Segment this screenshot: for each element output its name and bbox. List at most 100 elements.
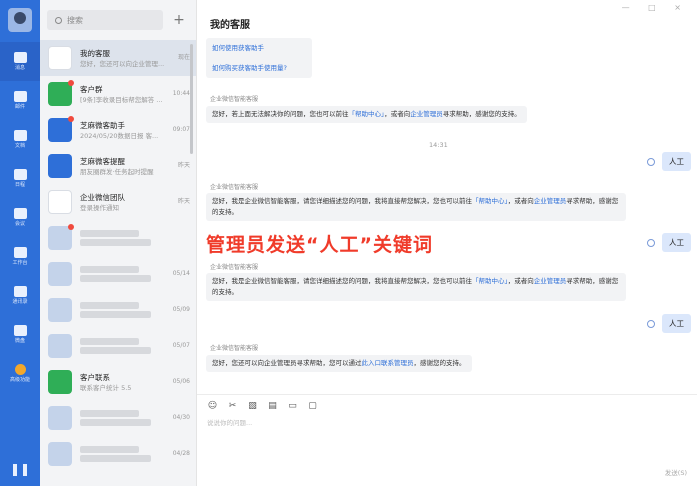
conversation-item[interactable]: 04/28 [40,436,196,472]
meeting-icon [13,208,27,219]
rail-label: 高级功能 [9,377,30,383]
add-button[interactable]: + [169,10,189,30]
conversation-text [80,444,164,464]
blurred-name [80,338,139,345]
admin-link[interactable]: 企业管理员 [534,197,567,205]
conversation-text: 客户联系 联系客户统计 5.5 [80,372,164,393]
rail-calendar[interactable]: 日程 [0,159,40,198]
user-bubble: 人工 [662,314,691,333]
conversation-preview: 联系客户统计 5.5 [80,383,132,392]
file-icon[interactable]: ▤ [267,401,278,411]
nav-rail: 消息 邮件 文档 日程 会议 工作台 通讯录 微盘 高级功能 [0,0,40,486]
emoji-icon[interactable]: ☺ [207,401,218,411]
rail-label: 通讯录 [12,299,28,305]
user-message: 人工 [647,233,691,252]
help-center-link[interactable]: 「帮助中心」 [472,197,508,205]
search-input[interactable]: 搜索 [47,10,163,30]
chat-record-icon[interactable]: ▢ [307,401,318,411]
message-text: ，或者向 [384,110,411,118]
blurred-preview [80,455,152,462]
conversation-item[interactable]: 04/30 [40,400,196,436]
conversation-item[interactable]: 05/07 [40,328,196,364]
help-center-link[interactable]: 「帮助中心」 [349,110,385,118]
rail-workbench[interactable]: 工作台 [0,237,40,276]
unread-dot [68,80,74,86]
message-text: ，或者向 [507,197,534,205]
conversation-item[interactable]: 我的客服 您好，您还可以向企业管理... 现在 [40,40,196,76]
conversation-item[interactable]: 05/09 [40,292,196,328]
chat-icon [13,52,27,63]
conversation-time: 现在 [177,54,190,61]
conversation-avatar [48,80,74,106]
conversation-text: 客户群 [9条]李收录目标帮您解答 ... [80,84,164,105]
conversation-item[interactable]: 芝麻微客提醒 朋友圈群发·任务起时提醒 昨天 [40,148,196,184]
user-message: 人工 [647,314,691,333]
image-icon[interactable]: ▧ [247,401,258,411]
rail-messages[interactable]: 消息 [0,42,40,81]
conversation-item[interactable]: 芝麻微客助手 2024/05/20数据日报 客... 09:07 [40,112,196,148]
message-input[interactable]: 说说你的问题... [207,417,252,427]
more-icon[interactable] [13,464,27,476]
faq-link-2[interactable]: 如何购买获客助手使用量? [212,61,306,75]
conversation-name: 客户联系 [80,372,110,382]
rail-drive[interactable]: 微盘 [0,315,40,354]
faq-link-1[interactable]: 如何使用获客助手 [212,41,306,55]
contacts-icon [13,286,27,297]
message-text: 您好，您还可以向企业管理员寻求帮助，您可以通过 [212,359,362,367]
conversation-item[interactable]: 客户群 [9条]李收录目标帮您解答 ... 10:44 [40,76,196,112]
conversation-time: 05/07 [172,342,190,349]
conversation-item[interactable] [40,220,196,256]
message-text: 您好，若上面无法解决你的问题，您也可以前往 [212,110,349,118]
search-placeholder: 搜索 [67,15,83,25]
blurred-name [80,230,139,237]
conversation-avatar [48,442,72,466]
conversation-text: 企业微信团队 登录操作通知 [80,192,164,213]
conversation-time: 昨天 [177,162,190,169]
conversation-time: 昨天 [177,198,190,205]
conversation-item[interactable]: 客户联系 联系客户统计 5.5 05/06 [40,364,196,400]
conversation-preview: 登录操作通知 [80,203,119,212]
conversation-time: 09:07 [172,126,190,133]
blurred-preview [80,347,152,354]
conversation-time: 04/30 [172,414,190,421]
rail-meeting[interactable]: 会议 [0,198,40,237]
rail-advanced[interactable]: 高级功能 [0,354,40,393]
folder-icon[interactable]: ▭ [287,401,298,411]
message-text: 您好，我是企业微信智能客服，请您详细描述您的问题，我将直接帮您解决，您也可以前往 [212,197,472,205]
conversation-avatar [48,262,72,286]
conversation-preview: [9条]李收录目标帮您解答 ... [80,95,163,104]
conversation-avatar [48,154,72,178]
star-icon [14,364,26,375]
rail-mail[interactable]: 邮件 [0,81,40,120]
message-composer: ☺ ✂ ▧ ▤ ▭ ▢ 说说你的问题... 发送(S) [197,394,697,486]
blurred-name [80,266,139,273]
scissors-icon[interactable]: ✂ [227,401,238,411]
admin-entry-link[interactable]: 此入口联系管理员 [362,359,414,367]
send-button[interactable]: 发送(S) [665,467,687,477]
conversation-name: 我的客服 [80,48,110,58]
user-avatar[interactable] [8,8,32,32]
user-message: 人工 [647,152,691,171]
conversation-item[interactable]: 05/14 [40,256,196,292]
message-bubble: 您好，我是企业微信智能客服，请您详细描述您的问题，我将直接帮您解决，您也可以前往… [206,193,626,221]
list-scrollbar[interactable] [190,44,193,154]
drive-icon [13,325,27,336]
unread-dot [68,116,74,122]
conversation-name: 芝麻微客助手 [80,120,125,130]
conversation-item[interactable]: 企业微信团队 登录操作通知 昨天 [40,184,196,220]
admin-link[interactable]: 企业管理员 [534,277,567,285]
blurred-preview [80,275,152,282]
sender-name: 企业微信智能客服 [210,264,259,271]
conversation-avatar [48,298,72,322]
conversation-avatar [48,370,72,394]
rail-contacts[interactable]: 通讯录 [0,276,40,315]
conversation-name: 芝麻微客提醒 [80,156,125,166]
conversation-avatar [48,224,74,250]
message-text: ，或者向 [507,277,534,285]
window-controls[interactable]: — □ × [622,3,689,12]
help-center-link[interactable]: 「帮助中心」 [472,277,508,285]
rail-docs[interactable]: 文档 [0,120,40,159]
admin-link[interactable]: 企业管理员 [410,110,443,118]
conversation-text [80,300,164,320]
conversation-text [80,408,164,428]
